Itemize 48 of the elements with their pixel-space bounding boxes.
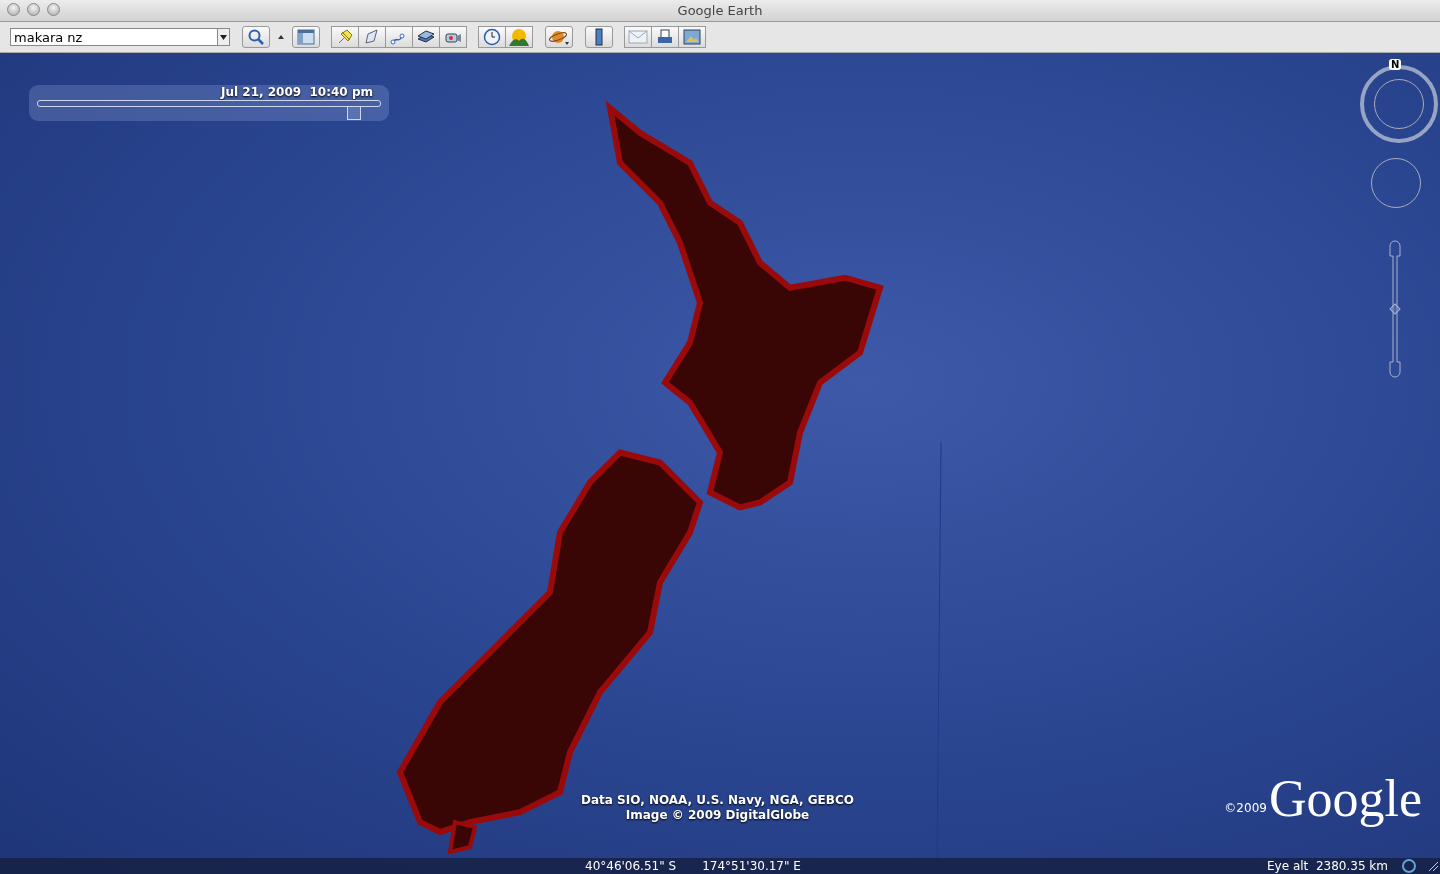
resize-grip-icon[interactable] <box>1428 861 1438 871</box>
attribution-text: Data SIO, NOAA, U.S. Navy, NGA, GEBCO <box>580 793 855 808</box>
polygon-icon <box>363 28 381 46</box>
attribution-text: Image © 2009 DigitalGlobe <box>624 808 811 823</box>
slider-thumb[interactable] <box>346 106 361 120</box>
sunlight-button[interactable] <box>505 26 533 48</box>
image-overlay-button[interactable] <box>412 26 440 48</box>
search-button[interactable] <box>242 26 270 48</box>
dropdown-icon[interactable] <box>218 28 230 46</box>
map-image-button[interactable] <box>678 26 706 48</box>
sun-landscape-icon <box>509 28 529 46</box>
ruler-button[interactable] <box>585 26 613 48</box>
placemark-button[interactable] <box>331 26 359 48</box>
time-slider[interactable]: Jul 21, 2009 10:40 pm <box>29 85 389 121</box>
clock-button[interactable] <box>478 26 506 48</box>
pushpin-icon <box>336 28 354 46</box>
window-title: Google Earth <box>677 3 763 18</box>
planet-icon <box>548 28 570 46</box>
layers-icon <box>417 28 435 46</box>
picture-icon <box>683 29 701 45</box>
search-icon <box>247 28 265 46</box>
look-joystick[interactable] <box>1371 158 1421 208</box>
tour-button[interactable] <box>439 26 467 48</box>
email-button[interactable] <box>624 26 652 48</box>
envelope-icon <box>628 30 648 44</box>
zoom-thumb[interactable] <box>1389 303 1401 315</box>
longitude-text: 174°51'30.17" E <box>702 859 801 873</box>
copyright-text: ©2009 <box>1224 801 1267 815</box>
google-logo: Google <box>1268 773 1422 825</box>
minimize-button[interactable] <box>27 3 40 16</box>
ruler-icon <box>594 28 604 46</box>
latitude-text: 40°46'06.51" S <box>585 859 677 873</box>
north-label: N <box>1389 59 1402 70</box>
satellite-map[interactable]: Jul 21, 2009 10:40 pm N Data SIO, NOAA, U.S. Navy, NGA, GEBCO Image © 2009 DigitalGlobe ©2009 Google 40°46'06.51" S 174°51'30.17" E Eye alt 2380.35 km <box>0 53 1440 874</box>
streaming-icon <box>1402 859 1416 873</box>
panel-icon <box>297 29 315 45</box>
planet-button[interactable] <box>545 26 573 48</box>
caret-icon[interactable] <box>278 35 284 39</box>
time-label: Jul 21, 2009 10:40 pm <box>221 85 373 100</box>
zoom-button[interactable] <box>47 3 60 16</box>
printer-icon <box>656 28 674 46</box>
clock-icon <box>483 28 501 46</box>
eye-altitude-text: Eye alt 2380.35 km <box>1267 859 1388 873</box>
polygon-button[interactable] <box>358 26 386 48</box>
close-button[interactable] <box>7 3 20 16</box>
sidebar-button[interactable] <box>292 26 320 48</box>
print-button[interactable] <box>651 26 679 48</box>
search-field[interactable]: makara nz <box>10 28 218 46</box>
